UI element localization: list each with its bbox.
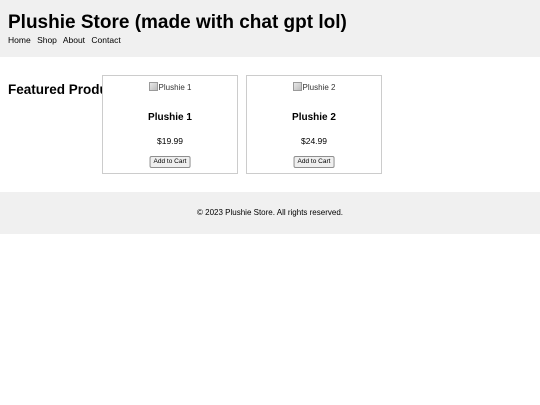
site-footer: © 2023 Plushie Store. All rights reserve… [0, 192, 540, 234]
product-image: Plushie 2 [247, 82, 381, 93]
product-price: $24.99 [301, 136, 327, 146]
main-nav: Home Shop About Contact [8, 34, 125, 46]
product-card: Plushie 2 Plushie 2 $24.99 Add to Cart [246, 75, 382, 174]
site-title: Plushie Store (made with chat gpt lol) [8, 12, 347, 33]
product-card: Plushie 1 Plushie 1 $19.99 Add to Cart [102, 75, 238, 174]
site-header: Plushie Store (made with chat gpt lol) H… [0, 0, 540, 57]
product-price: $19.99 [157, 136, 183, 146]
nav-link-home[interactable]: Home [8, 35, 31, 45]
product-image: Plushie 1 [103, 82, 237, 93]
product-image-alt-text: Plushie 2 [302, 83, 336, 92]
add-to-cart-button[interactable]: Add to Cart [293, 156, 335, 168]
broken-image-icon [148, 82, 158, 91]
product-name: Plushie 2 [292, 112, 336, 123]
product-name: Plushie 1 [148, 112, 192, 123]
add-to-cart-button[interactable]: Add to Cart [149, 156, 191, 168]
copyright-text: © 2023 Plushie Store. All rights reserve… [197, 208, 343, 217]
nav-link-about[interactable]: About [63, 35, 85, 45]
nav-link-contact[interactable]: Contact [91, 35, 120, 45]
product-image-alt-text: Plushie 1 [158, 83, 192, 92]
broken-image-icon [292, 82, 302, 91]
nav-link-shop[interactable]: Shop [37, 35, 57, 45]
